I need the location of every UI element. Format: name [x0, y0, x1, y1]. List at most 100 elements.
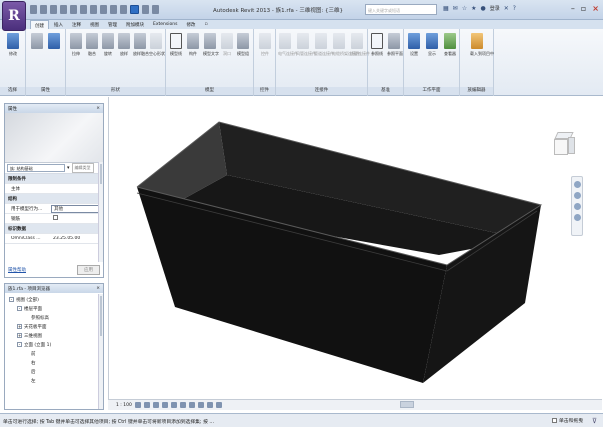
binoculars-icon[interactable]: ▦: [443, 5, 449, 12]
minimize-icon[interactable]: –: [571, 4, 575, 13]
visual-style-icon[interactable]: [143, 402, 150, 408]
tree-node[interactable]: + 三维视图: [5, 331, 103, 340]
model-group-button[interactable]: 模型组: [236, 33, 250, 56]
restore-icon[interactable]: ▫: [581, 4, 586, 13]
search-input[interactable]: 键入关键字或短语: [365, 4, 437, 15]
zoom-icon[interactable]: [573, 192, 581, 199]
communication-icon[interactable]: ☆: [462, 5, 467, 12]
model-text-button[interactable]: 模型文字: [203, 33, 219, 56]
tree-node[interactable]: 右: [5, 358, 103, 367]
property-row-rebar[interactable]: 钢筋: [5, 214, 103, 224]
electrical-connector-button[interactable]: 电气连接件: [278, 33, 298, 56]
property-group-structural[interactable]: 结构: [5, 194, 103, 204]
tag-icon[interactable]: [100, 5, 107, 14]
text-icon[interactable]: [110, 5, 117, 14]
view-cube[interactable]: [552, 132, 576, 160]
thin-lines-icon[interactable]: [142, 5, 149, 14]
family-category-button[interactable]: [30, 33, 44, 51]
crop-view-icon[interactable]: [179, 402, 186, 408]
tree-node[interactable]: 参照标高: [5, 313, 103, 322]
tab-annotate[interactable]: 注释: [68, 20, 85, 29]
pipe-connector-button[interactable]: 管道连接件: [314, 33, 334, 56]
void-forms-button[interactable]: 空心形状: [149, 33, 165, 56]
sweep-button[interactable]: 放样: [117, 33, 131, 56]
edit-type-button[interactable]: 编辑类型: [71, 163, 94, 173]
print-icon[interactable]: [70, 5, 77, 14]
reference-line-button[interactable]: 参照线: [370, 33, 384, 56]
tab-create[interactable]: 创建: [30, 20, 49, 29]
tree-node[interactable]: - 视图 (全部): [5, 295, 103, 304]
3d-view-canvas[interactable]: [108, 97, 602, 399]
reveal-hidden-icon[interactable]: [215, 402, 222, 408]
undo-icon[interactable]: [50, 5, 57, 14]
close-icon[interactable]: ×: [592, 4, 599, 13]
tree-node[interactable]: 前: [5, 349, 103, 358]
browser-close-icon[interactable]: ×: [96, 286, 100, 291]
properties-close-icon[interactable]: ×: [96, 106, 100, 111]
properties-scrollbar[interactable]: [98, 162, 103, 262]
tab-extensions[interactable]: Extensions: [149, 20, 181, 29]
orbit-icon[interactable]: [573, 214, 581, 221]
properties-help-link[interactable]: 属性帮助: [8, 267, 26, 273]
tree-node[interactable]: - 楼层平面: [5, 304, 103, 313]
application-menu-button[interactable]: R: [2, 1, 26, 31]
family-types-button[interactable]: [47, 33, 61, 51]
property-group-identity-data[interactable]: 标识数据: [5, 224, 103, 234]
tab-minimize-ribbon[interactable]: ▫: [200, 20, 211, 29]
view-scroll-thumb[interactable]: [400, 401, 414, 408]
tab-insert[interactable]: 插入: [50, 20, 67, 29]
swept-blend-button[interactable]: 放样融合: [133, 33, 149, 56]
close-hidden-windows-icon[interactable]: [152, 5, 159, 14]
section-icon[interactable]: [130, 5, 139, 14]
shadows-icon[interactable]: [161, 402, 168, 408]
rebar-checkbox[interactable]: [53, 215, 58, 220]
tree-node[interactable]: 左: [5, 376, 103, 385]
modify-button[interactable]: 修改: [6, 33, 20, 56]
revolve-button[interactable]: 旋转: [101, 33, 115, 56]
view-cube-front-face[interactable]: [554, 139, 568, 155]
tree-node[interactable]: + 天花板平面: [5, 322, 103, 331]
type-selector-dropdown[interactable]: 族: 结构基础: [7, 164, 65, 172]
favorites-icon[interactable]: ★: [471, 5, 476, 12]
set-work-plane-button[interactable]: 设置: [407, 33, 421, 56]
tree-node[interactable]: 后: [5, 367, 103, 376]
view-scale[interactable]: 1 : 100: [116, 403, 132, 408]
view-cube-side-face[interactable]: [568, 137, 575, 154]
model-behavior-input[interactable]: 其他: [51, 204, 103, 213]
browser-scrollbar[interactable]: [98, 294, 103, 409]
3d-view-icon[interactable]: [120, 5, 127, 14]
measure-icon[interactable]: [80, 5, 87, 14]
apply-button[interactable]: 应用: [77, 265, 100, 275]
drag-elements-checkbox[interactable]: [552, 418, 557, 423]
model-line-button[interactable]: 模型线: [169, 33, 183, 56]
duct-connector-button[interactable]: 风管连接件: [296, 33, 316, 56]
exchange-icon[interactable]: ✕: [504, 5, 509, 12]
login-button[interactable]: 登录: [490, 5, 500, 12]
property-row-model-behavior[interactable]: 用于模型行为... 其他: [5, 204, 103, 214]
show-crop-icon[interactable]: [188, 402, 195, 408]
property-group-constraints[interactable]: 限制条件: [5, 174, 103, 184]
help-icon[interactable]: ?: [513, 5, 516, 12]
save-icon[interactable]: [40, 5, 47, 14]
reference-plane-button[interactable]: 参照平面: [387, 33, 403, 56]
component-button[interactable]: 构件: [186, 33, 200, 56]
tab-manage[interactable]: 管理: [104, 20, 121, 29]
open-icon[interactable]: [30, 5, 37, 14]
temporary-hide-icon[interactable]: [206, 402, 213, 408]
property-row-host[interactable]: 主体: [5, 184, 103, 194]
cable-tray-connector-button[interactable]: 电缆桥架连接件: [332, 33, 360, 56]
redo-icon[interactable]: [60, 5, 67, 14]
render-icon[interactable]: [170, 402, 177, 408]
opening-button[interactable]: 洞口: [220, 33, 234, 56]
load-into-project-button[interactable]: 载入到项目中: [470, 33, 494, 56]
lock-3d-view-icon[interactable]: [197, 402, 204, 408]
subscription-icon[interactable]: ✉: [453, 5, 458, 12]
filter-icon[interactable]: ⊽: [592, 417, 597, 425]
detail-level-icon[interactable]: [134, 402, 141, 408]
user-icon[interactable]: ●: [480, 5, 485, 12]
property-row-omniclass[interactable]: OmniClass ... 23.25.05.00: [5, 234, 103, 244]
extrusion-button[interactable]: 拉伸: [69, 33, 83, 56]
steering-wheel-icon[interactable]: [573, 181, 581, 188]
chevron-down-icon[interactable]: ▾: [67, 165, 70, 171]
conduit-connector-button[interactable]: 线管连接件: [350, 33, 370, 56]
